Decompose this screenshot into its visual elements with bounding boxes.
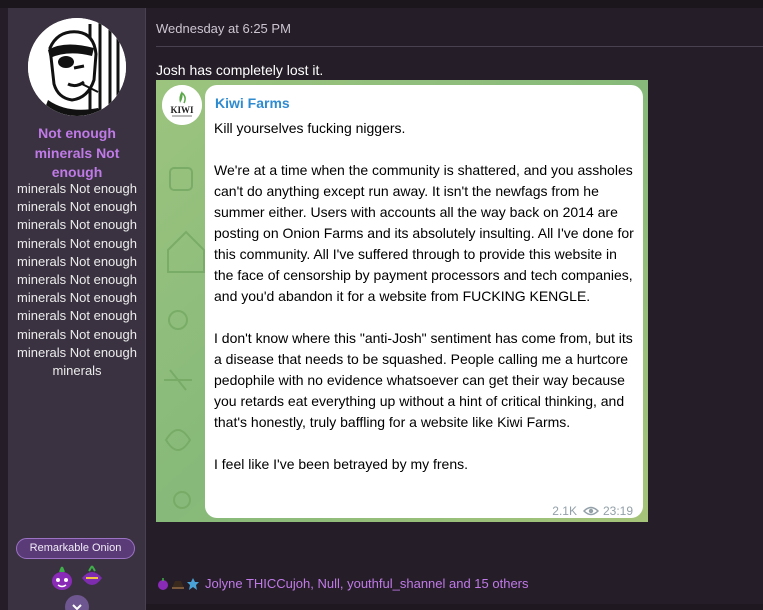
kiwi-logo-icon: KIWI [162,85,202,125]
reactions-text[interactable]: Jolyne THICCujoh, Null, youthful_shannel… [205,576,529,591]
onion-icon [52,566,72,590]
expand-user-button[interactable] [65,595,89,610]
onion-badge-icon [82,565,102,585]
message-paragraph: I feel like I've been betrayed by my fre… [214,456,469,472]
message-paragraph: Kill yourselves fucking niggers. [214,120,406,136]
chevron-down-icon [72,604,82,610]
user-sidebar: Not enough minerals Not enough minerals … [8,8,146,610]
avatar-illustration [28,18,126,116]
message-meta: 2.1K 23:19 [552,504,633,518]
top-bar [0,0,763,8]
logo-text: KIWI [170,105,194,115]
reactions-bar[interactable]: Jolyne THICCujoh, Null, youthful_shannel… [156,576,529,591]
view-count: 2.1K [552,504,577,518]
message-bubble: Kiwi Farms Kill yourselves fucking nigge… [205,85,643,518]
eye-icon [582,506,599,516]
post-divider [156,46,763,47]
message-paragraph: We're at a time when the community is sh… [214,162,634,304]
channel-name[interactable]: Kiwi Farms [215,95,290,111]
onion-reaction-icon [156,577,170,591]
message-body: Kill yourselves fucking niggers. We're a… [214,118,638,475]
user-emoji-row [48,564,108,592]
user-title: Not enough minerals Not enough [34,125,120,180]
message-paragraph: I don't know where this "anti-Josh" sent… [214,330,633,430]
winner-reaction-icon [186,577,200,591]
telegram-embed: KIWI Kiwi Farms Kill yourselves fucking … [156,80,648,522]
user-subtitle: minerals Not enough minerals Not enough … [17,181,137,379]
message-time: 23:19 [602,504,633,518]
channel-avatar[interactable]: KIWI [162,85,202,125]
post-text: Josh has completely lost it. [156,62,324,78]
reaction-icons [156,577,201,591]
user-badge: Remarkable Onion [16,538,135,559]
avatar[interactable] [28,18,126,116]
bottom-divider [146,604,763,610]
hat-reaction-icon [171,577,185,591]
post-date[interactable]: Wednesday at 6:25 PM [156,21,291,36]
